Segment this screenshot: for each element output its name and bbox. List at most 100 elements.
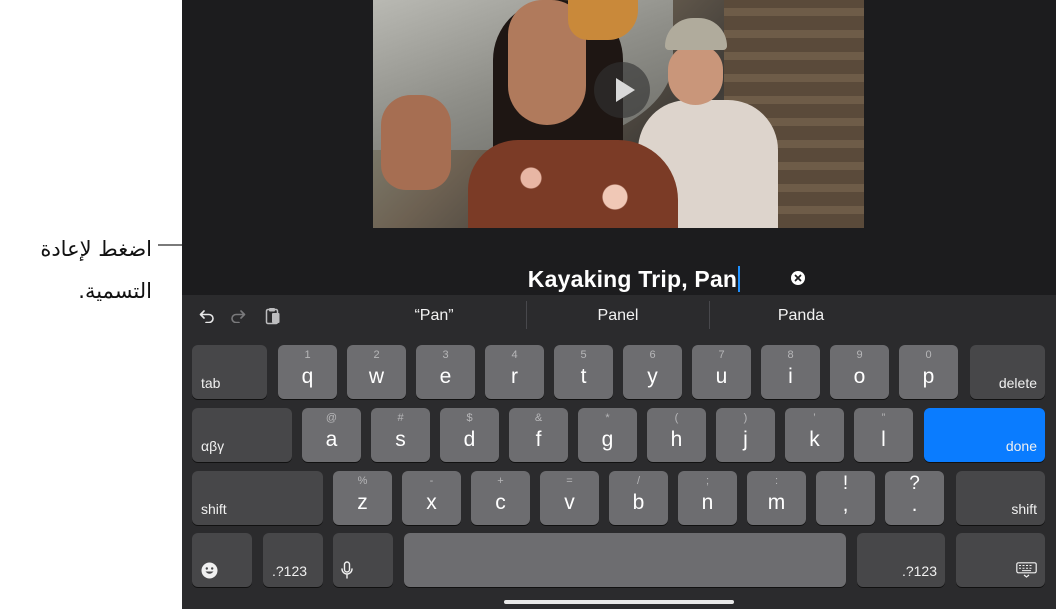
key-sub: / <box>636 475 641 487</box>
numbers-left-key[interactable]: .?123 <box>263 533 323 587</box>
key-sub: = <box>566 475 573 487</box>
key-sub: 9 <box>856 349 863 361</box>
space-key[interactable] <box>404 533 846 587</box>
key-m[interactable]: :m <box>747 471 806 525</box>
shift-right-key[interactable]: shift <box>956 471 1045 525</box>
emoji-key[interactable] <box>192 533 252 587</box>
key-sub: - <box>429 475 434 487</box>
clear-icon <box>794 274 802 282</box>
key-j[interactable]: ) j <box>716 408 775 462</box>
key-main: d <box>463 428 476 451</box>
key-n[interactable]: ; n <box>678 471 737 525</box>
key-main: m <box>767 491 786 514</box>
key-main: w <box>368 365 385 388</box>
video-preview[interactable] <box>373 0 864 228</box>
done-key[interactable]: done <box>924 408 1045 462</box>
device-screen: Kayaking Trip, Pan “Pan” Panel Panda tab… <box>182 0 1056 609</box>
key-sub: ; <box>705 475 710 487</box>
key-main: u <box>715 365 728 388</box>
key-main: g <box>601 428 614 451</box>
undo-button[interactable] <box>196 305 218 327</box>
video-hand <box>381 95 451 190</box>
key-main: z <box>357 491 368 514</box>
key-k[interactable]: ’ k <box>785 408 844 462</box>
clear-text-button[interactable] <box>791 271 805 285</box>
delete-key-label: delete <box>998 375 1037 391</box>
redo-button[interactable] <box>227 305 249 327</box>
key-g[interactable]: * g <box>578 408 637 462</box>
key-s[interactable]: # s <box>371 408 430 462</box>
key-main: h <box>670 428 683 451</box>
dictation-key[interactable] <box>333 533 393 587</box>
suggestion-3[interactable]: Panda <box>710 305 892 327</box>
key-t[interactable]: 5t <box>554 345 613 399</box>
key-f[interactable]: & f <box>509 408 568 462</box>
key-period[interactable]: ?. <box>885 471 944 525</box>
paste-button[interactable] <box>262 305 284 327</box>
key-main: t <box>580 365 587 388</box>
key-main: q <box>301 365 314 388</box>
dismiss-keyboard-key[interactable] <box>956 533 1045 587</box>
key-d[interactable]: $ d <box>440 408 499 462</box>
redo-icon <box>231 310 246 323</box>
key-q[interactable]: 1q <box>278 345 337 399</box>
key-u[interactable]: 7u <box>692 345 751 399</box>
shift-left-key[interactable]: shift <box>192 471 323 525</box>
key-e[interactable]: 3e <box>416 345 475 399</box>
key-main: k <box>809 428 820 451</box>
key-z[interactable]: % z <box>333 471 392 525</box>
key-comma[interactable]: !, <box>816 471 875 525</box>
tab-key[interactable]: tab <box>192 345 267 399</box>
key-sub: 2 <box>373 349 380 361</box>
key-main: x <box>426 491 437 514</box>
key-p[interactable]: 0p <box>899 345 958 399</box>
key-sub: 0 <box>925 349 932 361</box>
shift-right-label: shift <box>1011 501 1037 517</box>
key-w[interactable]: 2w <box>347 345 406 399</box>
video-man-cap <box>665 18 727 50</box>
key-sub: 8 <box>787 349 794 361</box>
key-v[interactable]: = v <box>540 471 599 525</box>
key-main: i <box>788 365 793 388</box>
key-sub: 5 <box>580 349 587 361</box>
key-r[interactable]: 4r <box>485 345 544 399</box>
key-sub: ) <box>743 412 748 424</box>
key-y[interactable]: 6y <box>623 345 682 399</box>
key-sub: $ <box>466 412 473 424</box>
key-a[interactable]: @ a <box>302 408 361 462</box>
play-icon <box>615 78 635 102</box>
key-sub: ! <box>842 473 849 494</box>
key-main: p <box>922 365 935 388</box>
key-h[interactable]: (h <box>647 408 706 462</box>
key-main: v <box>564 491 575 514</box>
suggestion-1[interactable]: “Pan” <box>342 305 526 327</box>
key-main: r <box>511 365 518 388</box>
play-button[interactable] <box>594 62 650 118</box>
keyboard-hide-icon <box>1015 562 1037 578</box>
key-sub: @ <box>325 412 338 424</box>
key-l[interactable]: ” l <box>854 408 913 462</box>
suggestion-2[interactable]: Panel <box>527 305 709 327</box>
undo-icon <box>199 310 214 323</box>
key-i[interactable]: 8i <box>761 345 820 399</box>
emoji-icon <box>200 561 218 579</box>
predictive-bar: “Pan” Panel Panda <box>182 295 1056 337</box>
numbers-right-key[interactable]: .?123 <box>857 533 945 587</box>
alpha-key-label: αβγ <box>201 438 225 454</box>
home-indicator[interactable] <box>504 600 734 604</box>
done-key-label: done <box>1005 438 1037 454</box>
key-c[interactable]: + c <box>471 471 530 525</box>
tab-key-label: tab <box>201 375 221 391</box>
alpha-key[interactable]: αβγ <box>192 408 292 462</box>
text-caret <box>738 265 741 292</box>
key-o[interactable]: 9o <box>830 345 889 399</box>
numbers-left-label: .?123 <box>272 563 308 579</box>
key-x[interactable]: -x <box>402 471 461 525</box>
key-main: c <box>495 491 506 514</box>
key-b[interactable]: / b <box>609 471 668 525</box>
title-input-text[interactable]: Kayaking Trip, Pan <box>528 265 741 293</box>
delete-key[interactable]: delete <box>970 345 1045 399</box>
key-sub: # <box>397 412 404 424</box>
title-field[interactable]: Kayaking Trip, Pan <box>282 262 986 296</box>
key-main: b <box>632 491 645 514</box>
